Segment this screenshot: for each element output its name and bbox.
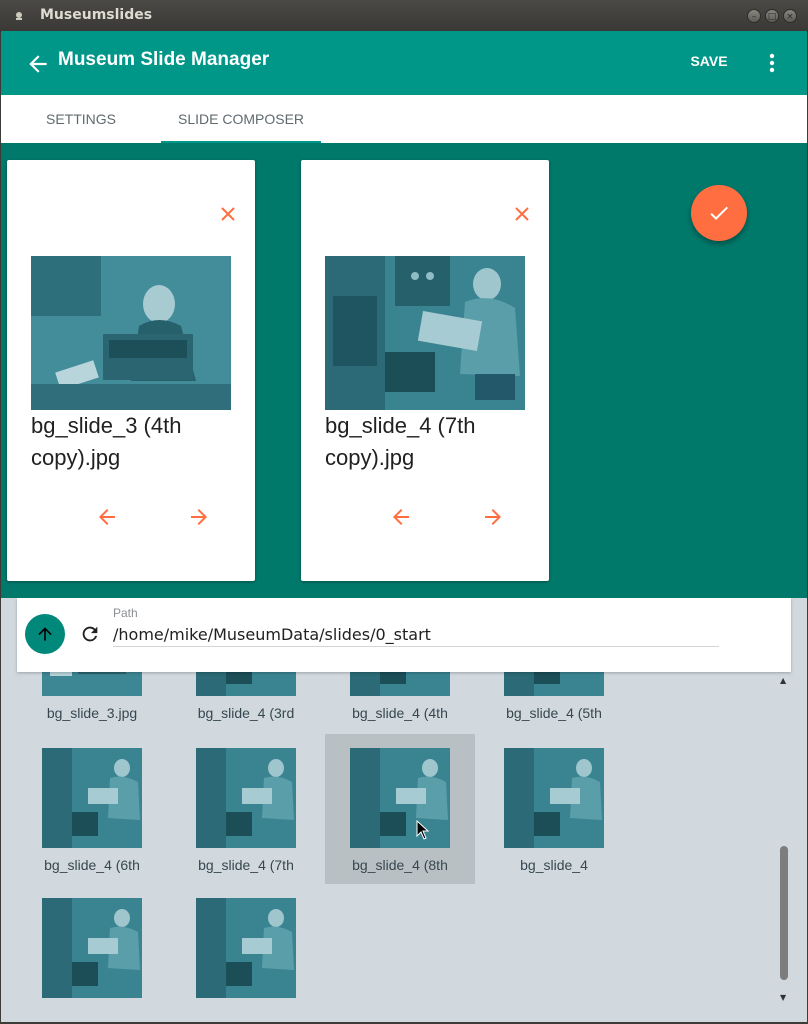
more-vert-icon[interactable] bbox=[761, 51, 783, 75]
file-thumbnail bbox=[504, 748, 604, 848]
file-thumbnail bbox=[350, 672, 450, 696]
maximize-icon[interactable]: □ bbox=[765, 9, 779, 23]
save-button[interactable]: SAVE bbox=[679, 53, 739, 75]
confirm-fab-button[interactable] bbox=[691, 185, 747, 241]
path-input[interactable] bbox=[113, 622, 719, 647]
page-title: Museum Slide Manager bbox=[58, 49, 270, 70]
arrow-up-icon bbox=[38, 627, 52, 641]
path-label: Path bbox=[113, 606, 138, 620]
vertical-scrollbar[interactable]: ▲ ▼ bbox=[777, 672, 791, 1010]
file-tile-selected[interactable]: bg_slide_4 (8th bbox=[325, 734, 475, 884]
file-name: bg_slide_4 (3rd bbox=[197, 705, 295, 721]
move-right-icon[interactable] bbox=[187, 505, 211, 529]
file-thumbnail bbox=[504, 672, 604, 696]
refresh-icon[interactable] bbox=[79, 623, 101, 645]
slide-composer-area: bg_slide_3 (4th copy).jpg bg_slide_4 (7t… bbox=[1, 143, 807, 598]
file-name: bg_slide_4 (5th bbox=[506, 705, 602, 721]
app-bar: Museum Slide Manager SAVE bbox=[1, 31, 807, 95]
file-tile[interactable] bbox=[171, 884, 321, 1023]
slide-card: bg_slide_3 (4th copy).jpg bbox=[7, 160, 255, 581]
file-name: bg_slide_4 (6th bbox=[44, 857, 140, 873]
tab-settings[interactable]: SETTINGS bbox=[1, 95, 161, 143]
scroll-down-icon[interactable]: ▼ bbox=[780, 993, 788, 1002]
file-thumbnail bbox=[42, 898, 142, 998]
file-tile[interactable]: bg_slide_4 bbox=[479, 734, 629, 884]
slide-thumbnail bbox=[31, 256, 231, 410]
slide-filename: bg_slide_3 (4th copy).jpg bbox=[31, 413, 182, 470]
file-tile[interactable]: bg_slide_4 (3rd bbox=[171, 672, 321, 732]
remove-slide-icon[interactable] bbox=[511, 203, 533, 225]
slide-filename: bg_slide_4 (7th copy).jpg bbox=[325, 413, 476, 470]
parent-directory-button[interactable] bbox=[25, 614, 65, 654]
file-name: bg_slide_4 (8th bbox=[352, 857, 448, 873]
slide-card: bg_slide_4 (7th copy).jpg bbox=[301, 160, 549, 581]
file-name: bg_slide_4 (4th bbox=[352, 705, 448, 721]
file-thumbnail bbox=[196, 672, 296, 696]
file-tile[interactable]: bg_slide_3.jpg bbox=[17, 672, 167, 732]
file-thumbnail bbox=[196, 898, 296, 998]
scrollbar-thumb[interactable] bbox=[780, 846, 788, 980]
move-left-icon[interactable] bbox=[95, 505, 119, 529]
file-tile[interactable]: bg_slide_4 (7th bbox=[171, 734, 321, 884]
mouse-cursor-icon bbox=[416, 820, 430, 840]
back-arrow-icon[interactable] bbox=[25, 51, 51, 77]
file-thumbnail bbox=[42, 748, 142, 848]
file-browser: Path bg_slide_3.jpg bg_slide_4 (3rd bg_s… bbox=[1, 598, 807, 1023]
scroll-up-icon[interactable]: ▲ bbox=[780, 676, 788, 685]
window-title: Museumslides bbox=[40, 7, 153, 23]
tab-slide-composer[interactable]: SLIDE COMPOSER bbox=[161, 95, 321, 143]
remove-slide-icon[interactable] bbox=[217, 203, 239, 225]
file-tile[interactable]: bg_slide_4 (6th bbox=[17, 734, 167, 884]
file-name: bg_slide_4 (7th bbox=[198, 857, 294, 873]
file-name: bg_slide_4 bbox=[520, 857, 588, 873]
window-titlebar: Museumslides – □ × bbox=[0, 0, 808, 32]
file-tile[interactable]: bg_slide_4 (5th bbox=[479, 672, 629, 732]
file-thumbnail bbox=[350, 748, 450, 848]
check-icon bbox=[710, 206, 728, 220]
minimize-icon[interactable]: – bbox=[747, 9, 761, 23]
slide-thumbnail bbox=[325, 256, 525, 410]
app-icon bbox=[16, 12, 22, 20]
file-tile[interactable] bbox=[17, 884, 167, 1023]
move-right-icon[interactable] bbox=[481, 505, 505, 529]
path-toolbar: Path bbox=[17, 598, 791, 672]
close-window-icon[interactable]: × bbox=[783, 9, 797, 23]
move-left-icon[interactable] bbox=[389, 505, 413, 529]
file-thumbnail bbox=[42, 672, 142, 696]
file-grid: bg_slide_3.jpg bg_slide_4 (3rd bg_slide_… bbox=[1, 672, 771, 1023]
file-tile[interactable]: bg_slide_4 (4th bbox=[325, 672, 475, 732]
file-thumbnail bbox=[196, 748, 296, 848]
tab-bar: SETTINGS SLIDE COMPOSER bbox=[1, 95, 807, 143]
file-name: bg_slide_3.jpg bbox=[46, 705, 138, 721]
